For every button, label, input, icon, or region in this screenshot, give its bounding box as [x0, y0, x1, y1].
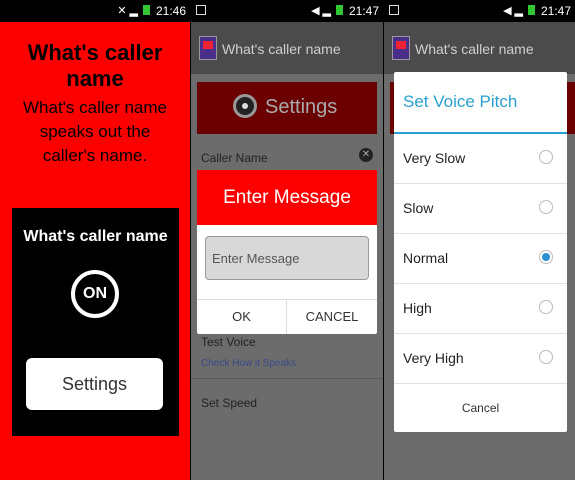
radio-icon[interactable] [539, 200, 553, 214]
signal-icons: ◀▂ [311, 4, 343, 17]
radio-icon[interactable] [539, 350, 553, 364]
app-title: What's caller name [222, 41, 341, 57]
message-input[interactable]: Enter Message [205, 236, 369, 280]
set-speed-row[interactable]: Set Speed [201, 396, 257, 410]
status-bar: ◀▂ 21:47 [384, 0, 575, 22]
app-icon [199, 36, 217, 60]
control-card: What's caller name ON Settings [12, 208, 179, 436]
dialog-title: Enter Message [197, 170, 377, 225]
caller-name-row[interactable]: Caller Name [201, 151, 268, 165]
settings-screen: ◀▂ 21:47 What's caller name Settings Cal… [191, 0, 383, 480]
status-time: 21:47 [540, 4, 571, 18]
main-screen: ✕▂ 21:46 What's caller name What's calle… [0, 0, 190, 480]
dialog-buttons: OK CANCEL [197, 299, 377, 334]
settings-header: Settings [197, 82, 377, 134]
option-label: Very High [403, 350, 464, 366]
signal-icons: ✕▂ [117, 4, 150, 17]
pitch-option-very-slow[interactable]: Very Slow [394, 134, 567, 184]
enter-message-dialog: Enter Message Enter Message OK CANCEL [197, 170, 377, 334]
settings-header-label: Settings [265, 96, 338, 118]
battery-icon [528, 5, 535, 15]
voice-pitch-dialog: Set Voice Pitch Very Slow Slow Normal Hi… [394, 72, 567, 432]
app-description: What's caller name speaks out the caller… [22, 98, 168, 165]
app-title: What's caller name [415, 41, 534, 57]
status-time: 21:46 [155, 4, 186, 18]
app-icon [392, 36, 410, 60]
option-label: Normal [403, 250, 449, 266]
app-bar: What's caller name [384, 22, 575, 74]
page-title: What's caller name [27, 40, 163, 91]
radio-icon[interactable] [539, 150, 553, 164]
voice-pitch-screen: ◀▂ 21:47 What's caller name Set Voice Pi… [384, 0, 575, 480]
test-voice-row[interactable]: Test Voice [201, 335, 256, 349]
pitch-option-very-high[interactable]: Very High [394, 334, 567, 384]
card-title: What's caller name [23, 228, 168, 245]
battery-icon [143, 5, 150, 15]
app-bar: What's caller name [191, 22, 383, 74]
image-notification-icon [196, 5, 206, 15]
divider [191, 378, 383, 379]
battery-icon [336, 5, 343, 15]
pitch-option-high[interactable]: High [394, 284, 567, 334]
image-notification-icon [389, 5, 399, 15]
option-label: Very Slow [403, 150, 466, 166]
signal-icons: ◀▂ [503, 4, 535, 17]
ok-button[interactable]: OK [197, 300, 287, 334]
on-toggle-button[interactable]: ON [71, 270, 119, 318]
status-bar: ✕▂ 21:46 [0, 0, 190, 22]
radio-icon[interactable] [539, 300, 553, 314]
status-time: 21:47 [348, 4, 379, 18]
close-icon[interactable]: ✕ [359, 148, 373, 162]
gear-icon [233, 94, 257, 118]
dialog-title: Set Voice Pitch [394, 72, 567, 134]
option-label: High [403, 300, 432, 316]
settings-button[interactable]: Settings [26, 358, 163, 410]
option-label: Slow [403, 200, 434, 216]
pitch-option-slow[interactable]: Slow [394, 184, 567, 234]
pitch-option-normal[interactable]: Normal [394, 234, 567, 284]
test-voice-subtitle: Check How it Speaks [201, 358, 297, 369]
cancel-button[interactable]: CANCEL [287, 300, 377, 334]
cancel-button[interactable]: Cancel [394, 384, 567, 432]
radio-selected-icon[interactable] [539, 250, 553, 264]
status-bar: ◀▂ 21:47 [191, 0, 383, 22]
